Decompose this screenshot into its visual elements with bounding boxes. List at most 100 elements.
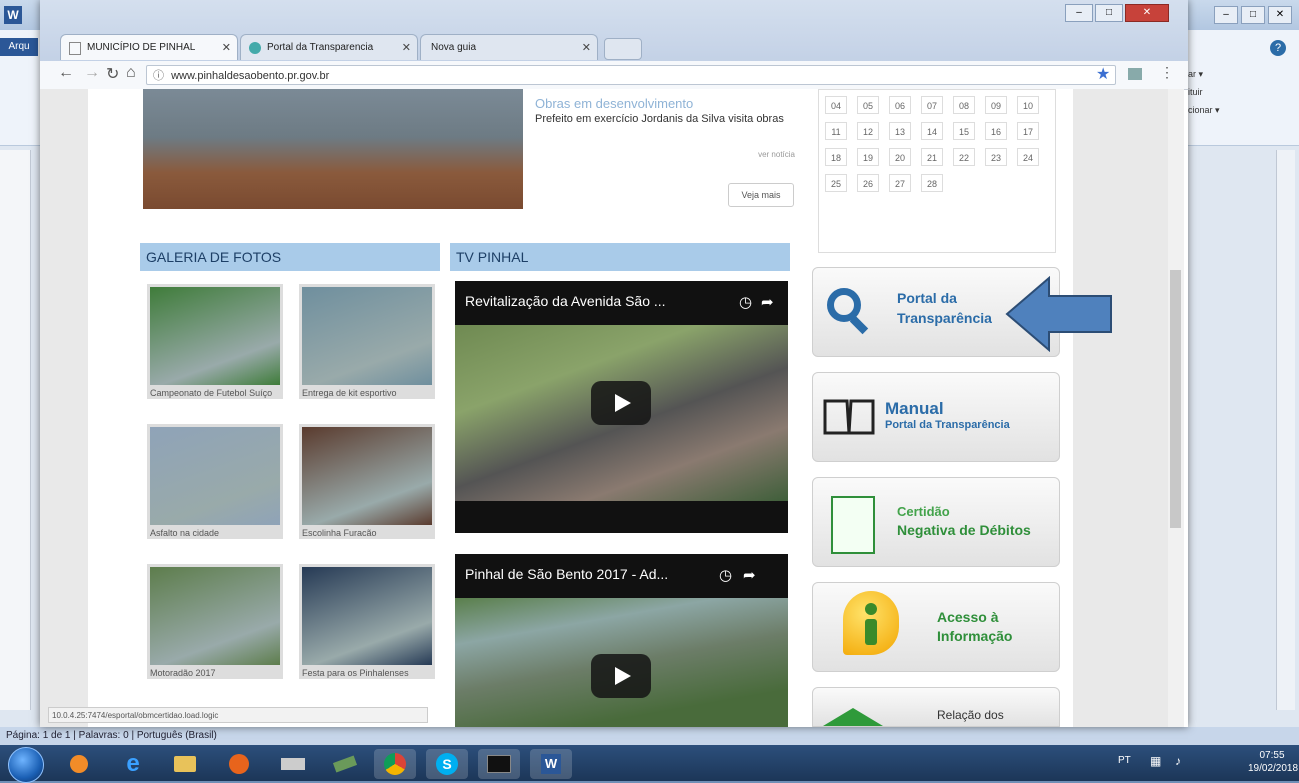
gallery-photo[interactable]: Asfalto na cidade — [147, 424, 283, 539]
photo-caption[interactable]: Motoradão 2017 — [147, 666, 219, 681]
see-more-button[interactable]: Veja mais — [728, 183, 794, 207]
close-icon[interactable]: ✕ — [402, 35, 411, 60]
photo-caption[interactable]: Entrega de kit esportivo — [299, 386, 400, 401]
calendar-day[interactable]: 06 — [889, 96, 911, 114]
gallery-photo[interactable]: Campeonato de Futebol Suíço — [147, 284, 283, 399]
clock[interactable]: 07:55 19/02/2018 — [1248, 749, 1298, 775]
calendar-day[interactable]: 10 — [1017, 96, 1039, 114]
calendar-day[interactable]: 14 — [921, 122, 943, 140]
photo-caption[interactable]: Campeonato de Futebol Suíço — [147, 386, 275, 401]
share-icon[interactable]: ➦ — [743, 566, 756, 584]
page-scrollbar-thumb[interactable] — [1170, 270, 1181, 528]
language-indicator[interactable]: PT — [1118, 755, 1131, 766]
word-file-tab[interactable]: Arqu — [0, 38, 38, 56]
word-minimize-button[interactable]: – — [1214, 6, 1238, 24]
clock-icon[interactable]: ◷ — [719, 566, 732, 584]
video-title[interactable]: Pinhal de São Bento 2017 - Ad... — [455, 554, 678, 594]
video-player[interactable]: Pinhal de São Bento 2017 - Ad... ◷ ➦ — [455, 554, 788, 727]
calendar-day[interactable]: 28 — [921, 174, 943, 192]
calendar-day[interactable]: 05 — [857, 96, 879, 114]
reload-icon[interactable]: ↻ — [106, 64, 119, 84]
photo-caption[interactable]: Festa para os Pinhalenses — [299, 666, 412, 681]
calendar-day[interactable]: 04 — [825, 96, 847, 114]
close-icon[interactable]: ✕ — [582, 35, 591, 60]
info-icon[interactable]: ⓘ — [147, 70, 164, 82]
video-player[interactable]: Revitalização da Avenida São ... ◷ ➦ — [455, 281, 788, 533]
new-tab-button[interactable] — [604, 38, 642, 60]
photo-thumbnail — [302, 287, 432, 385]
video-title[interactable]: Revitalização da Avenida São ... — [455, 281, 676, 321]
internet-explorer-icon[interactable]: e — [112, 749, 154, 779]
tab-portal[interactable]: Portal da Transparencia ✕ — [240, 34, 418, 60]
play-button[interactable] — [591, 654, 651, 698]
calendar-day[interactable]: 23 — [985, 148, 1007, 166]
calendar-day[interactable]: 26 — [857, 174, 879, 192]
tab-municipio[interactable]: MUNICÍPIO DE PINHAL ✕ — [60, 34, 238, 60]
gallery-photo[interactable]: Escolinha Furacão — [299, 424, 435, 539]
media-player-icon[interactable] — [58, 749, 100, 779]
share-icon[interactable]: ➦ — [761, 293, 774, 311]
calendar-day[interactable]: 24 — [1017, 148, 1039, 166]
chrome-icon[interactable] — [374, 749, 416, 779]
menu-icon[interactable]: ⋮ — [1160, 64, 1174, 81]
network-icon[interactable]: ▦ — [1150, 754, 1161, 768]
tab-nova-guia[interactable]: Nova guia ✕ — [420, 34, 598, 60]
certidao-button[interactable]: Certidão Negativa de Débitos — [812, 477, 1060, 567]
manual-button[interactable]: Manual Portal da Transparência — [812, 372, 1060, 462]
close-icon[interactable]: ✕ — [222, 35, 231, 60]
calendar-day[interactable]: 27 — [889, 174, 911, 192]
calendar-day[interactable]: 21 — [921, 148, 943, 166]
word-scrollbar[interactable] — [1276, 150, 1295, 710]
photo-caption[interactable]: Escolinha Furacão — [299, 526, 380, 541]
forward-arrow-icon[interactable]: → — [84, 64, 100, 82]
word-close-button[interactable]: ✕ — [1268, 6, 1292, 24]
calendar-day[interactable]: 08 — [953, 96, 975, 114]
calendar-day[interactable]: 13 — [889, 122, 911, 140]
file-explorer-icon[interactable] — [164, 749, 206, 779]
home-icon[interactable]: ⌂ — [126, 64, 136, 82]
word-taskbar-icon[interactable]: W — [530, 749, 572, 779]
play-button[interactable] — [591, 381, 651, 425]
calendar-day[interactable]: 25 — [825, 174, 847, 192]
ribbon-item[interactable]: ar ▾ — [1188, 65, 1278, 83]
browser-maximize-button[interactable]: □ — [1095, 4, 1123, 22]
ribbon-item[interactable]: ituir — [1188, 83, 1278, 101]
calendar-day[interactable]: 16 — [985, 122, 1007, 140]
gallery-photo[interactable]: Entrega de kit esportivo — [299, 284, 435, 399]
extension-icon[interactable] — [1128, 68, 1142, 80]
ribbon-item[interactable]: cionar ▾ — [1188, 101, 1278, 119]
app-icon[interactable] — [324, 749, 366, 779]
help-icon[interactable]: ? — [1270, 40, 1286, 56]
address-bar[interactable]: ⓘ www.pinhaldesaobento.pr.gov.br — [146, 65, 1116, 85]
bookmark-star-icon[interactable]: ★ — [1096, 64, 1110, 84]
acesso-informacao-button[interactable]: Acesso à Informação — [812, 582, 1060, 672]
browser-close-button[interactable]: ✕ — [1125, 4, 1169, 22]
calendar-day[interactable]: 15 — [953, 122, 975, 140]
start-button[interactable] — [8, 747, 44, 783]
word-maximize-button[interactable]: □ — [1241, 6, 1265, 24]
terminal-icon[interactable] — [478, 749, 520, 779]
volume-icon[interactable]: ♪ — [1175, 754, 1181, 768]
scanner-icon[interactable] — [272, 749, 314, 779]
calendar-day[interactable]: 17 — [1017, 122, 1039, 140]
news-photo[interactable] — [143, 89, 523, 209]
calendar-day[interactable]: 12 — [857, 122, 879, 140]
calendar-day[interactable]: 19 — [857, 148, 879, 166]
gallery-photo[interactable]: Motoradão 2017 — [147, 564, 283, 679]
browser-minimize-button[interactable]: – — [1065, 4, 1093, 22]
calendar-day[interactable]: 20 — [889, 148, 911, 166]
relacao-button[interactable]: Relação dos — [812, 687, 1060, 727]
back-arrow-icon[interactable]: ← — [58, 64, 74, 82]
calendar-day[interactable]: 11 — [825, 122, 847, 140]
skype-icon[interactable]: S — [426, 749, 468, 779]
photo-caption[interactable]: Asfalto na cidade — [147, 526, 222, 541]
news-more-link[interactable]: ver notícia — [535, 150, 795, 159]
gallery-photo[interactable]: Festa para os Pinhalenses — [299, 564, 435, 679]
calendar-day[interactable]: 07 — [921, 96, 943, 114]
calendar-day[interactable]: 09 — [985, 96, 1007, 114]
clock-icon[interactable]: ◷ — [739, 293, 752, 311]
calendar-day[interactable]: 22 — [953, 148, 975, 166]
news-headline[interactable]: Obras em desenvolvimento — [535, 96, 693, 111]
firefox-icon[interactable] — [218, 749, 260, 779]
calendar-day[interactable]: 18 — [825, 148, 847, 166]
